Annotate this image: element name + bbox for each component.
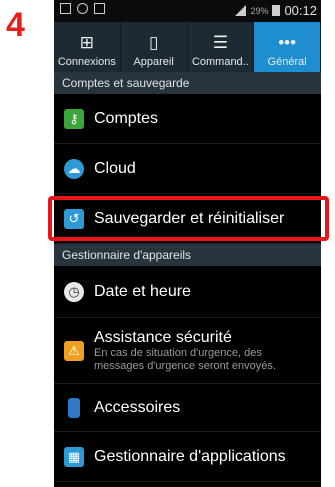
section-header-device-manager: Gestionnaire d'appareils — [54, 244, 321, 266]
list-item-app-manager[interactable]: ▦ Gestionnaire d'applications — [54, 432, 321, 482]
status-time: 00:12 — [284, 3, 317, 18]
backup-reset-icon: ↺ — [64, 208, 84, 229]
device-icon: ▯ — [148, 33, 159, 52]
tab-appareil[interactable]: ▯ Appareil — [121, 22, 188, 72]
settings-tabs: ⊞ Connexions ▯ Appareil ☰ Command.. ••• … — [54, 22, 321, 72]
key-icon: ⚷ — [64, 108, 84, 129]
list-item-accessories[interactable]: Accessoires — [54, 384, 321, 432]
gallery-notification-icon — [60, 3, 71, 14]
tab-label: Command.. — [191, 56, 249, 68]
tab-commandes[interactable]: ☰ Command.. — [188, 22, 255, 72]
app-manager-icon: ▦ — [64, 446, 84, 467]
connections-icon: ⊞ — [79, 33, 94, 52]
section-header-accounts: Comptes et sauvegarde — [54, 72, 321, 94]
phone-screen: 29% 00:12 ⊞ Connexions ▯ Appareil ☰ Comm… — [48, 0, 329, 487]
item-label: Date et heure — [94, 282, 191, 300]
safety-alert-icon: ⚠ — [64, 340, 84, 361]
list-item-backup-reset[interactable]: ↺ Sauvegarder et réinitialiser — [48, 194, 329, 244]
item-label: Cloud — [94, 159, 136, 177]
clock-icon: ◷ — [64, 281, 84, 302]
step-number: 4 — [6, 6, 25, 44]
list-item-date-time[interactable]: ◷ Date et heure — [54, 266, 321, 318]
controls-icon: ☰ — [212, 33, 228, 52]
download-notification-icon — [94, 3, 105, 14]
more-dots-icon: ••• — [278, 33, 297, 52]
tab-label: Général — [267, 56, 307, 68]
tab-label: Appareil — [133, 56, 174, 68]
list-item-safety-assistance[interactable]: ⚠ Assistance sécurité En cas de situatio… — [54, 318, 321, 384]
tab-connexions[interactable]: ⊞ Connexions — [54, 22, 121, 72]
list-item-comptes[interactable]: ⚷ Comptes — [54, 94, 321, 144]
cloud-icon: ☁ — [64, 158, 84, 179]
battery-icon — [272, 5, 281, 16]
item-subtitle: En cas de situation d'urgence, des messa… — [94, 346, 276, 372]
accessory-icon — [68, 397, 80, 418]
item-label: Assistance sécurité — [94, 328, 232, 346]
tab-label: Connexions — [57, 56, 116, 68]
item-label: Comptes — [94, 109, 159, 127]
status-bar: 29% 00:12 — [54, 0, 321, 22]
wifi-icon — [77, 3, 88, 14]
item-label: Accessoires — [94, 398, 181, 416]
battery-percent: 29% — [250, 5, 269, 16]
item-label: Sauvegarder et réinitialiser — [94, 209, 285, 227]
tab-general[interactable]: ••• Général — [254, 22, 321, 72]
signal-icon — [235, 5, 247, 16]
list-item-cloud[interactable]: ☁ Cloud — [54, 144, 321, 194]
item-label: Gestionnaire d'applications — [94, 447, 286, 465]
